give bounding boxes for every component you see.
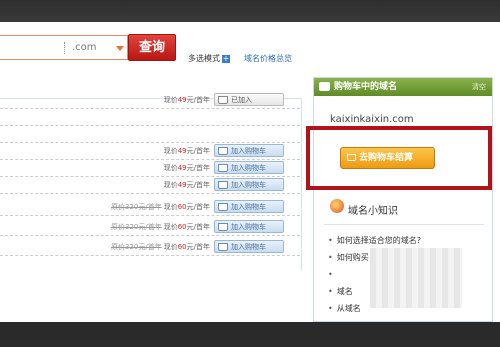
plus-icon[interactable]: + <box>222 54 230 63</box>
chevron-down-icon[interactable] <box>116 46 124 51</box>
price-value: 49 <box>177 147 187 155</box>
cart-button-label: 已加入 <box>231 96 252 104</box>
original-price: 原价320元/首年 <box>110 203 162 211</box>
price-prefix: 现价 <box>163 164 178 172</box>
clear-cart-link[interactable]: 清空 <box>472 78 486 96</box>
blurred-region <box>370 248 462 308</box>
cart-button-label: 加入购物车 <box>231 147 266 155</box>
price-prefix: 现价 <box>163 181 178 189</box>
table-row: 现价49元/首年 加入购物车 <box>0 177 300 194</box>
price-value: 60 <box>177 223 187 231</box>
price-prefix: 现价 <box>163 243 178 251</box>
cart-icon <box>218 243 228 251</box>
price-prefix: 现价 <box>163 96 178 104</box>
price-suffix: 元/首年 <box>186 223 210 231</box>
price-text: 原价320元/首年 现价60元/首年 <box>111 222 210 232</box>
add-to-cart-button[interactable]: 加入购物车 <box>214 161 284 174</box>
tips-item[interactable]: 如何选择适合您的域名? <box>328 232 421 249</box>
search-extension[interactable]: .com <box>72 42 97 53</box>
table-row: 现价49元/首年 加入购物车 <box>0 143 300 160</box>
price-value: 49 <box>177 164 187 172</box>
price-prefix: 现价 <box>163 203 178 211</box>
price-prefix: 现价 <box>163 147 178 155</box>
highlight-annotation <box>306 126 492 190</box>
price-suffix: 元/首年 <box>186 181 210 189</box>
price-text: 原价320元/首年 现价60元/首年 <box>111 242 210 252</box>
cart-icon <box>218 96 228 104</box>
cart-icon <box>218 223 228 231</box>
search-separator <box>64 42 65 54</box>
price-suffix: 元/首年 <box>186 147 210 155</box>
price-text: 现价49元/首年 <box>164 163 210 173</box>
divider <box>324 224 484 225</box>
cart-button-label: 加入购物车 <box>231 181 266 189</box>
price-value: 49 <box>177 96 187 104</box>
table-row <box>0 109 300 126</box>
price-value: 60 <box>177 203 187 211</box>
cart-icon <box>319 82 330 91</box>
price-value: 49 <box>177 181 187 189</box>
browser-bottom-bar <box>0 322 500 347</box>
cart-panel-title: 购物车中的域名 <box>334 82 398 92</box>
price-suffix: 元/首年 <box>186 96 210 104</box>
table-row: 现价49元/首年 已加入 <box>0 92 300 109</box>
price-text: 现价49元/首年 <box>164 146 210 156</box>
cart-icon <box>218 203 228 211</box>
browser-top-bar <box>0 0 500 22</box>
add-to-cart-button[interactable]: 加入购物车 <box>214 220 284 233</box>
original-price: 原价320元/首年 <box>110 223 162 231</box>
multi-select-label: 多选模式 <box>188 54 220 63</box>
tips-title: 域名小知识 <box>348 206 398 217</box>
price-text: 现价49元/首年 <box>164 180 210 190</box>
table-row: 原价320元/首年 现价60元/首年 加入购物车 <box>0 219 300 236</box>
price-suffix: 元/首年 <box>186 164 210 172</box>
price-value: 60 <box>177 243 187 251</box>
added-to-cart-button[interactable]: 已加入 <box>214 93 284 106</box>
cart-icon <box>218 164 228 172</box>
cart-button-label: 加入购物车 <box>231 164 266 172</box>
cart-domain-item: kaixinkaixin.com <box>330 114 414 125</box>
add-to-cart-button[interactable]: 加入购物车 <box>214 144 284 157</box>
price-text: 原价320元/首年 现价60元/首年 <box>111 202 210 212</box>
price-text: 现价49元/首年 <box>164 95 210 105</box>
table-row: 原价320元/首年 现价60元/首年 加入购物车 <box>0 199 300 216</box>
tips-icon <box>330 199 344 213</box>
table-row: 现价49元/首年 加入购物车 <box>0 160 300 177</box>
cart-panel-header: 购物车中的域名 清空 <box>314 78 492 96</box>
domain-search-input[interactable]: .com <box>0 35 128 60</box>
cart-button-label: 加入购物车 <box>231 203 266 211</box>
cart-icon <box>218 147 228 155</box>
add-to-cart-button[interactable]: 加入购物车 <box>214 178 284 191</box>
add-to-cart-button[interactable]: 加入购物车 <box>214 240 284 253</box>
cart-button-label: 加入购物车 <box>231 223 266 231</box>
price-suffix: 元/首年 <box>186 243 210 251</box>
price-overview-link[interactable]: 域名价格总览 <box>244 53 292 64</box>
price-suffix: 元/首年 <box>186 203 210 211</box>
original-price: 原价320元/首年 <box>110 243 162 251</box>
cart-button-label: 加入购物车 <box>231 243 266 251</box>
search-button[interactable]: 查询 <box>128 34 176 61</box>
table-row <box>0 126 300 143</box>
multi-select-mode-toggle[interactable]: 多选模式 + <box>188 53 230 64</box>
cart-icon <box>218 181 228 189</box>
add-to-cart-button[interactable]: 加入购物车 <box>214 200 284 213</box>
table-row: 原价320元/首年 现价60元/首年 加入购物车 <box>0 239 300 256</box>
price-prefix: 现价 <box>163 223 178 231</box>
